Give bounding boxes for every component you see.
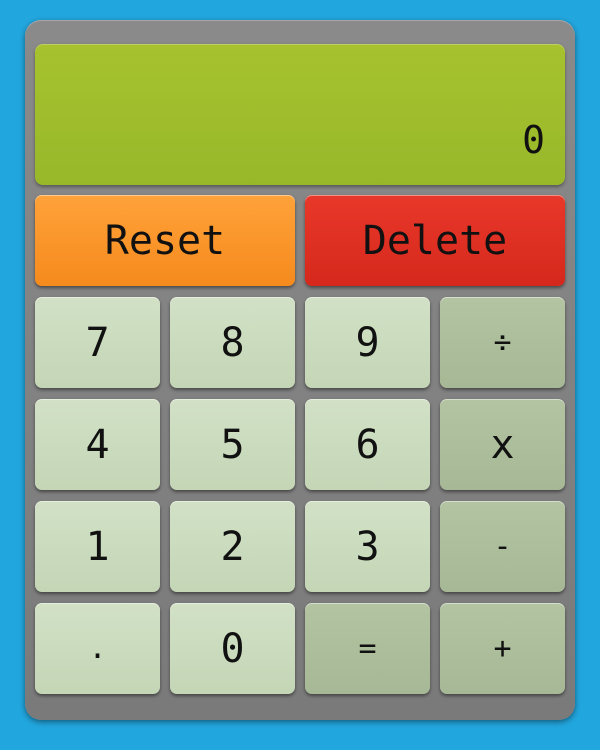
minus-button[interactable]: - bbox=[440, 501, 565, 592]
decimal-point-label: . bbox=[88, 630, 107, 666]
equals-button[interactable]: = bbox=[305, 603, 430, 694]
key-2-label: 2 bbox=[220, 523, 245, 570]
key-3[interactable]: 3 bbox=[305, 501, 430, 592]
equals-label: = bbox=[358, 630, 377, 666]
key-5[interactable]: 5 bbox=[170, 399, 295, 490]
delete-button[interactable]: Delete bbox=[305, 195, 565, 286]
key-6[interactable]: 6 bbox=[305, 399, 430, 490]
key-1-label: 1 bbox=[85, 523, 110, 570]
key-0[interactable]: 0 bbox=[170, 603, 295, 694]
key-8-label: 8 bbox=[220, 319, 245, 366]
multiply-label: x bbox=[490, 421, 515, 468]
display-value: 0 bbox=[522, 118, 545, 162]
key-7-label: 7 bbox=[85, 319, 110, 366]
key-4-label: 4 bbox=[85, 421, 110, 468]
delete-label: Delete bbox=[362, 217, 508, 264]
calculator-display: 0 bbox=[35, 44, 565, 185]
divide-button[interactable]: ÷ bbox=[440, 297, 565, 388]
plus-label: + bbox=[493, 630, 512, 666]
decimal-point-button[interactable]: . bbox=[35, 603, 160, 694]
key-1[interactable]: 1 bbox=[35, 501, 160, 592]
reset-button[interactable]: Reset bbox=[35, 195, 295, 286]
minus-label: - bbox=[493, 528, 512, 564]
reset-label: Reset bbox=[104, 217, 226, 264]
plus-button[interactable]: + bbox=[440, 603, 565, 694]
key-6-label: 6 bbox=[355, 421, 380, 468]
key-9[interactable]: 9 bbox=[305, 297, 430, 388]
calculator-body: 0 Reset Delete 7 8 9 ÷ 4 5 6 x 1 2 3 - .… bbox=[25, 20, 575, 720]
key-4[interactable]: 4 bbox=[35, 399, 160, 490]
key-3-label: 3 bbox=[355, 523, 380, 570]
key-0-label: 0 bbox=[220, 625, 245, 672]
key-8[interactable]: 8 bbox=[170, 297, 295, 388]
key-5-label: 5 bbox=[220, 421, 245, 468]
key-7[interactable]: 7 bbox=[35, 297, 160, 388]
key-2[interactable]: 2 bbox=[170, 501, 295, 592]
key-9-label: 9 bbox=[355, 319, 380, 366]
multiply-button[interactable]: x bbox=[440, 399, 565, 490]
divide-label: ÷ bbox=[493, 324, 512, 360]
